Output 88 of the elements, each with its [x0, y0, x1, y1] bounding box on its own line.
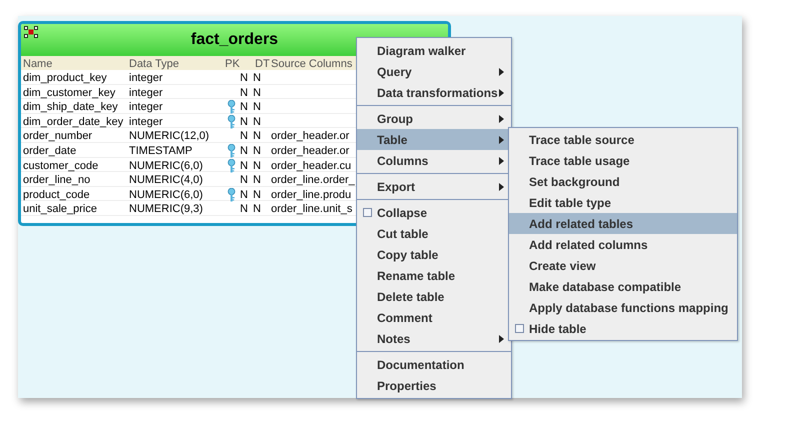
table-cell-text: N — [252, 129, 262, 144]
menu-item[interactable]: Add related columns — [509, 234, 737, 255]
menu-item[interactable]: Make database compatible — [509, 276, 737, 297]
table-cell-text: N — [252, 144, 262, 159]
menu-item[interactable]: Set background — [509, 171, 737, 192]
submenu-arrow-icon — [499, 157, 504, 165]
submenu-arrow-icon — [499, 115, 504, 123]
table-cell-text: N — [252, 71, 262, 86]
submenu-arrow-icon — [499, 183, 504, 191]
table-title: fact_orders — [190, 30, 278, 50]
column-header: Data Type — [128, 57, 180, 72]
menu-item[interactable]: Edit table type — [509, 192, 737, 213]
table-cell-text: N — [252, 100, 262, 116]
table-cell-text: order_date — [22, 144, 78, 159]
table-cell-text: dim_customer_key — [22, 86, 116, 101]
menu-item[interactable]: Group — [357, 108, 511, 129]
table-cell-text: N — [240, 129, 248, 144]
menu-item[interactable]: Delete table — [357, 286, 511, 307]
submenu-arrow-icon — [499, 335, 504, 343]
menu-item[interactable]: Export — [357, 176, 511, 197]
selection-handles-icon — [24, 26, 38, 38]
menu-item[interactable]: Copy table — [357, 244, 511, 265]
table-cell-text: NUMERIC(4,0) — [128, 173, 204, 188]
table-cell-text: order_header.or — [270, 129, 350, 144]
table-cell-text: N — [240, 158, 248, 174]
table-cell-text: TIMESTAMP — [128, 144, 194, 159]
table-cell-text: integer — [128, 71, 164, 86]
menu-item[interactable]: Cut table — [357, 223, 511, 244]
checkbox[interactable] — [363, 208, 372, 217]
menu-item[interactable]: Apply database functions mapping — [509, 297, 737, 318]
column-header: PK — [224, 57, 241, 72]
table-cell-text: order_number — [22, 129, 94, 144]
table-cell-text: order_line.produ — [270, 188, 352, 203]
table-cell-text: N — [240, 86, 248, 101]
table-cell-text: N — [240, 144, 248, 159]
menu-item[interactable]: Collapse — [357, 202, 511, 223]
submenu-arrow-icon — [499, 136, 504, 144]
table-cell-text: N — [240, 71, 248, 86]
table-cell-text: integer — [128, 114, 164, 130]
menu-item[interactable]: Notes — [357, 328, 511, 349]
table-cell-text: order_line.unit_s — [270, 202, 352, 218]
table-cell-text: integer — [128, 86, 164, 101]
table-cell-text: NUMERIC(6,0) — [128, 188, 204, 203]
submenu-arrow-icon — [499, 89, 504, 97]
table-cell-text: N — [240, 114, 248, 130]
column-header: DT — [254, 57, 269, 72]
menu-item[interactable]: Query — [357, 61, 511, 82]
table-cell-text: product_code — [22, 188, 91, 203]
table-cell-text: N — [240, 100, 248, 116]
table-cell-text: order_line_no — [22, 173, 92, 188]
checkbox[interactable] — [515, 324, 524, 333]
table-cell-text: N — [240, 173, 248, 188]
menu-item[interactable]: Comment — [357, 307, 511, 328]
table-cell-text: NUMERIC(6,0) — [128, 158, 204, 174]
menu-item[interactable]: Rename table — [357, 265, 511, 286]
menu-item[interactable]: Columns — [357, 150, 511, 171]
menu-item[interactable]: Table — [357, 129, 511, 150]
table-cell-text: order_line.order_ — [270, 173, 355, 188]
table-cell-text: N — [240, 188, 248, 203]
table-cell-text: NUMERIC(12,0) — [128, 129, 210, 144]
table-cell-text: unit_sale_price — [22, 202, 98, 218]
table-cell-text: N — [252, 86, 262, 101]
menu-item[interactable]: Add related tables — [509, 213, 737, 234]
table-cell-text: N — [252, 173, 262, 188]
table-cell-text: NUMERIC(9,3) — [128, 202, 204, 218]
menu-item[interactable]: Hide table — [509, 318, 737, 339]
table-cell-text: customer_code — [22, 158, 100, 174]
table-cell-text: order_header.cu — [270, 158, 352, 174]
table-cell-text: N — [240, 202, 248, 218]
submenu-arrow-icon — [499, 68, 504, 76]
column-header: Name — [22, 57, 54, 72]
table-cell-text: dim_product_key — [22, 71, 108, 86]
menu-item[interactable]: Trace table source — [509, 129, 737, 150]
table-cell-text: integer — [128, 100, 164, 116]
table-cell-text: order_header.or — [270, 144, 350, 159]
column-header: Source Columns — [270, 57, 354, 72]
table-cell-text: N — [252, 158, 262, 174]
menu-item[interactable]: Data transformations — [357, 82, 511, 103]
table-cell-text: dim_order_date_key — [22, 114, 124, 130]
table-cell-text: N — [252, 188, 262, 203]
table-cell-text: N — [252, 202, 262, 218]
table-cell-text: N — [252, 114, 262, 130]
menu-item[interactable]: Diagram walker — [357, 40, 511, 61]
table-cell-text: dim_ship_date_key — [22, 100, 119, 116]
menu-item[interactable]: Create view — [509, 255, 737, 276]
menu-item[interactable]: Trace table usage — [509, 150, 737, 171]
menu-item[interactable]: Properties — [357, 375, 511, 396]
menu-item[interactable]: Documentation — [357, 354, 511, 375]
